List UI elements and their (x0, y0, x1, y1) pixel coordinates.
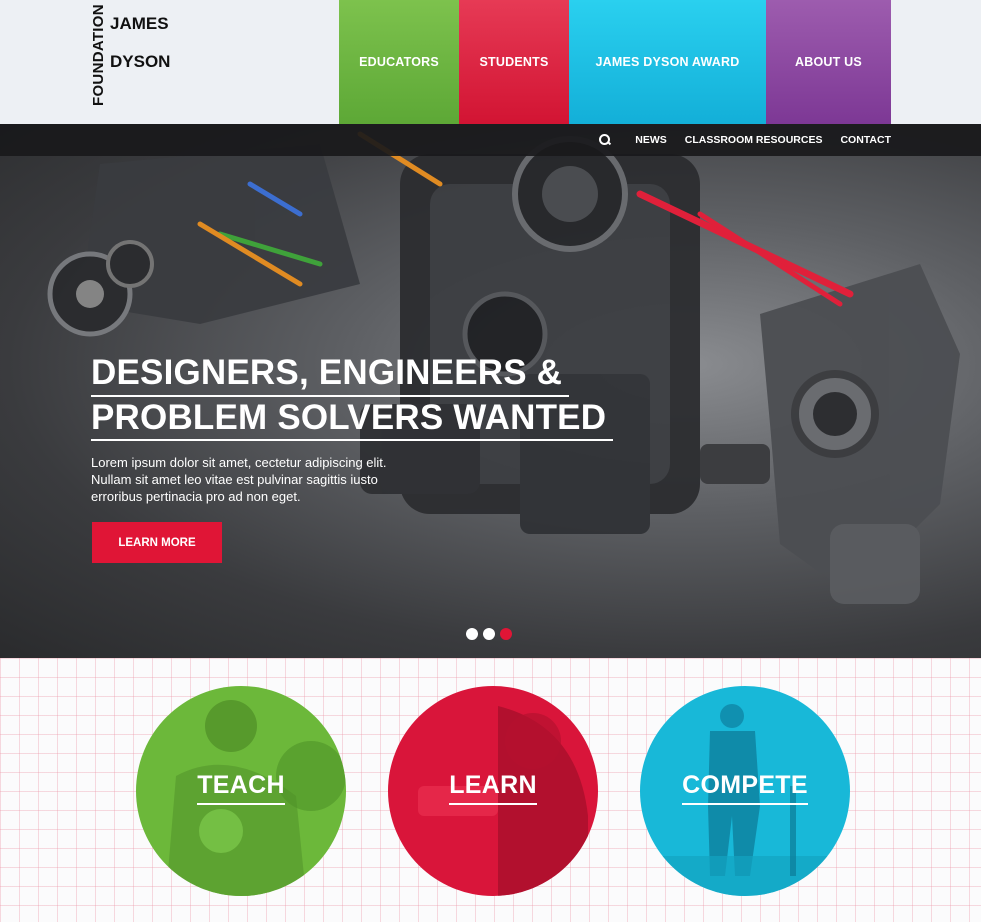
nav-james-dyson-award[interactable]: JAMES DYSON AWARD (569, 0, 766, 124)
carousel-dot-1[interactable] (466, 628, 478, 640)
logo-dyson-text: DYSON (110, 52, 171, 71)
subnav-classroom-resources[interactable]: CLASSROOM RESOURCES (685, 134, 823, 146)
secondary-nav: NEWS CLASSROOM RESOURCES CONTACT (0, 124, 981, 156)
body-line-1: Lorem ipsum dolor sit amet, cectetur adi… (91, 455, 387, 470)
learn-label: LEARN (449, 771, 537, 805)
features-section: TEACH LEARN COMPETE (0, 658, 981, 922)
hero-headline: DESIGNERS, ENGINEERS & PROBLEM SOLVERS W… (91, 352, 616, 441)
hero-banner: NEWS CLASSROOM RESOURCES CONTACT DESIGNE… (0, 124, 981, 658)
body-line-3: erroribus pertinacia pro ad non eget. (91, 489, 301, 504)
search-icon[interactable] (597, 132, 613, 148)
site-header: FOUNDATION JAMES DYSON EDUCATORS STUDENT… (0, 0, 981, 124)
learn-circle[interactable]: LEARN (388, 686, 598, 896)
subnav-news[interactable]: NEWS (635, 134, 667, 146)
nav-educators[interactable]: EDUCATORS (339, 0, 459, 124)
nav-about-us[interactable]: ABOUT US (766, 0, 891, 124)
compete-circle[interactable]: COMPETE (640, 686, 850, 896)
carousel-dot-3-active[interactable] (500, 628, 512, 640)
james-dyson-foundation-logo[interactable]: FOUNDATION JAMES DYSON (90, 4, 180, 106)
teach-label: TEACH (197, 771, 285, 805)
teach-circle[interactable]: TEACH (136, 686, 346, 896)
carousel-dot-2[interactable] (483, 628, 495, 640)
nav-students[interactable]: STUDENTS (459, 0, 569, 124)
compete-label: COMPETE (682, 771, 808, 805)
headline-underline-2 (91, 439, 613, 441)
headline-line-2: PROBLEM SOLVERS WANTED (91, 398, 607, 437)
subnav-contact[interactable]: CONTACT (840, 134, 891, 146)
body-line-2: Nullam sit amet leo vitae est pulvinar s… (91, 472, 378, 487)
logo-james-text: JAMES (110, 14, 169, 33)
logo-foundation-text: FOUNDATION (90, 4, 107, 106)
hero-body-text: Lorem ipsum dolor sit amet, cectetur adi… (91, 454, 431, 505)
carousel-dots (466, 628, 512, 640)
headline-line-1: DESIGNERS, ENGINEERS & (91, 353, 563, 392)
learn-more-button[interactable]: LEARN MORE (92, 522, 222, 563)
